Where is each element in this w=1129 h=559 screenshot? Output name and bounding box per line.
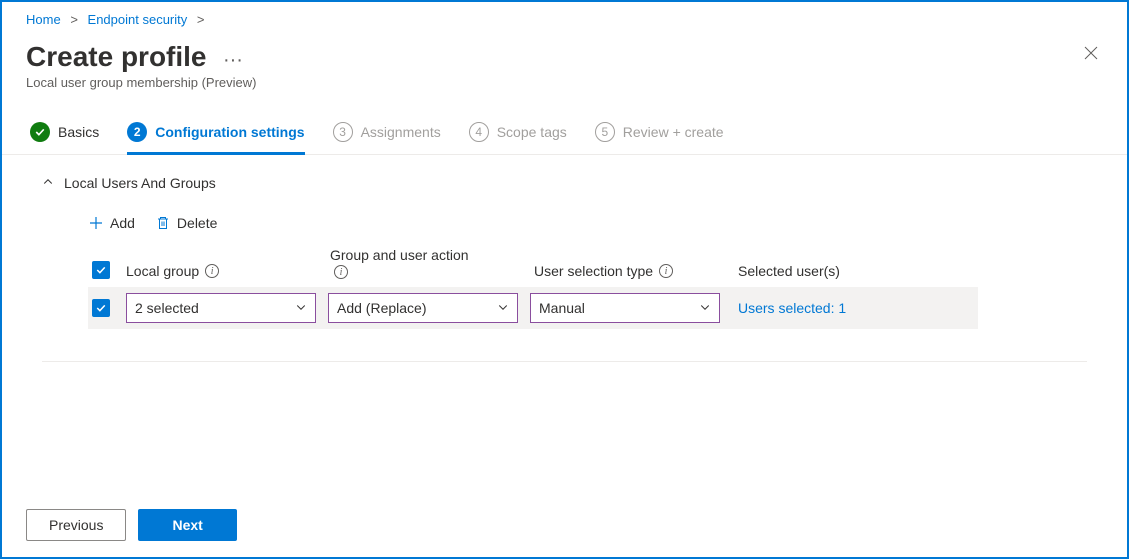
info-icon[interactable]: i xyxy=(659,264,673,278)
plus-icon xyxy=(88,215,104,231)
selected-users-link[interactable]: Users selected: 1 xyxy=(732,300,846,316)
column-header-selected-users: Selected user(s) xyxy=(738,263,840,279)
chevron-right-icon: > xyxy=(197,12,205,27)
tab-assignments[interactable]: 3 Assignments xyxy=(333,122,441,154)
delete-button[interactable]: Delete xyxy=(155,215,217,231)
section-toggle-local-users-groups[interactable]: Local Users And Groups xyxy=(42,175,1087,191)
select-all-checkbox[interactable] xyxy=(92,261,110,279)
more-options-button[interactable]: ··· xyxy=(223,41,243,72)
wizard-tabs: Basics 2 Configuration settings 3 Assign… xyxy=(2,94,1127,155)
info-icon[interactable]: i xyxy=(334,265,348,279)
tab-label: Review + create xyxy=(623,124,724,140)
column-header-local-group: Local group xyxy=(126,263,199,279)
dropdown-value: 2 selected xyxy=(135,300,199,316)
delete-button-label: Delete xyxy=(177,215,217,231)
breadcrumb: Home > Endpoint security > xyxy=(2,2,1127,31)
row-checkbox[interactable] xyxy=(92,299,110,317)
trash-icon xyxy=(155,215,171,231)
section-title: Local Users And Groups xyxy=(64,175,216,191)
dropdown-value: Add (Replace) xyxy=(337,300,427,316)
tab-label: Configuration settings xyxy=(155,124,304,140)
tab-review-create[interactable]: 5 Review + create xyxy=(595,122,724,154)
info-icon[interactable]: i xyxy=(205,264,219,278)
step-number-icon: 5 xyxy=(595,122,615,142)
step-number-icon: 3 xyxy=(333,122,353,142)
table-row: 2 selected Add (Replace) Manual Users se… xyxy=(88,287,978,329)
chevron-up-icon xyxy=(42,175,54,191)
tab-label: Scope tags xyxy=(497,124,567,140)
tab-label: Basics xyxy=(58,124,99,140)
page-title: Create profile xyxy=(26,41,207,73)
add-button-label: Add xyxy=(110,215,135,231)
check-circle-icon xyxy=(30,122,50,142)
chevron-right-icon: > xyxy=(70,12,78,27)
close-icon xyxy=(1083,45,1099,61)
add-button[interactable]: Add xyxy=(88,215,135,231)
tab-label: Assignments xyxy=(361,124,441,140)
breadcrumb-home[interactable]: Home xyxy=(26,12,61,27)
close-button[interactable] xyxy=(1083,41,1099,67)
chevron-down-icon xyxy=(497,300,509,316)
tab-configuration-settings[interactable]: 2 Configuration settings xyxy=(127,122,304,154)
chevron-down-icon xyxy=(295,300,307,316)
step-number-icon: 4 xyxy=(469,122,489,142)
dropdown-value: Manual xyxy=(539,300,585,316)
user-selection-type-dropdown[interactable]: Manual xyxy=(530,293,720,323)
step-number-icon: 2 xyxy=(127,122,147,142)
tab-scope-tags[interactable]: 4 Scope tags xyxy=(469,122,567,154)
tab-basics[interactable]: Basics xyxy=(30,122,99,154)
column-header-group-action: Group and user action xyxy=(330,247,469,263)
next-button[interactable]: Next xyxy=(138,509,236,541)
chevron-down-icon xyxy=(699,300,711,316)
local-group-dropdown[interactable]: 2 selected xyxy=(126,293,316,323)
previous-button[interactable]: Previous xyxy=(26,509,126,541)
page-subtitle: Local user group membership (Preview) xyxy=(26,75,1103,90)
table-header-row: Local group i Group and user action i Us… xyxy=(88,247,1087,287)
group-user-action-dropdown[interactable]: Add (Replace) xyxy=(328,293,518,323)
column-header-user-selection: User selection type xyxy=(534,263,653,279)
breadcrumb-endpoint-security[interactable]: Endpoint security xyxy=(88,12,188,27)
